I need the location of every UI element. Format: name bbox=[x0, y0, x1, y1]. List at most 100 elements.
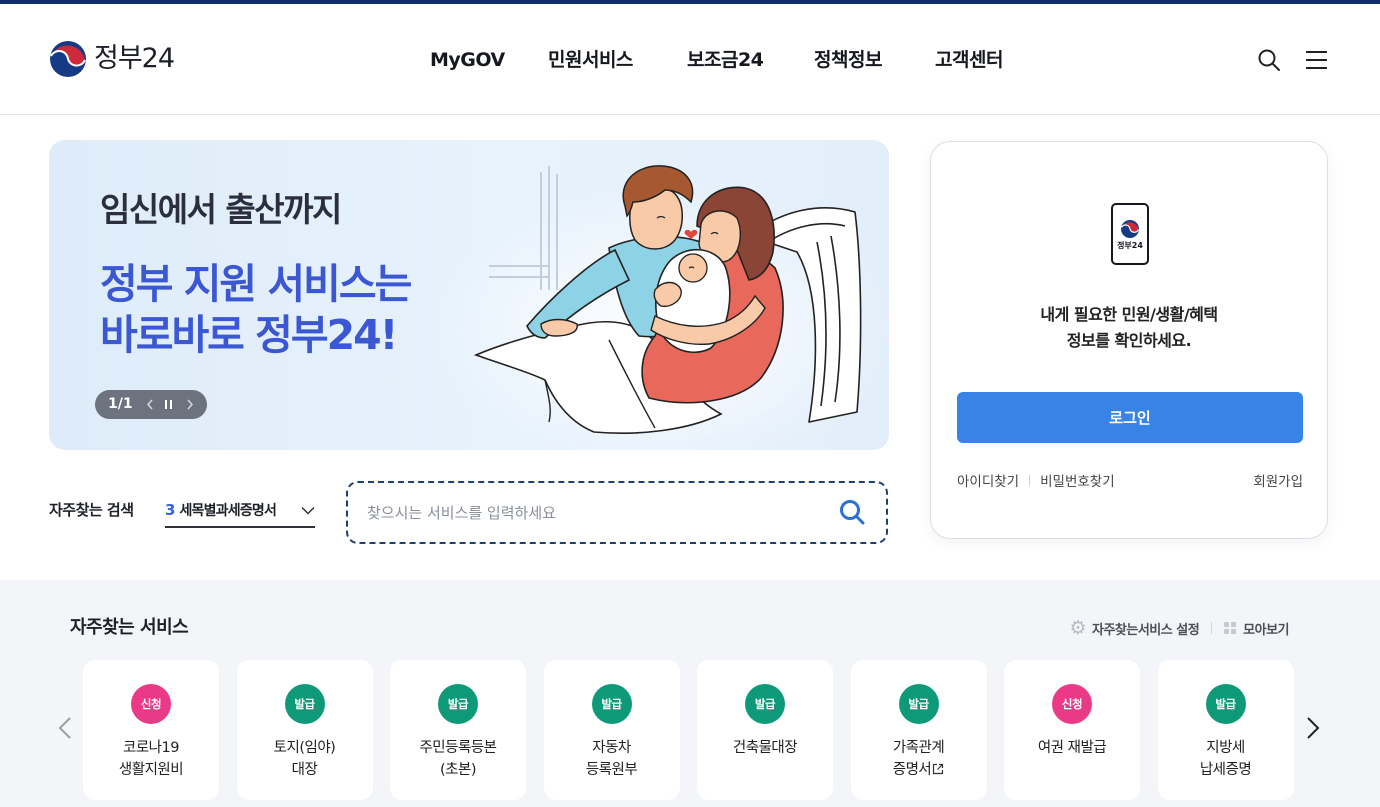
search-input[interactable] bbox=[367, 483, 827, 542]
banner-title-line: 정부 지원 서비스는 bbox=[100, 260, 412, 308]
chevron-down-icon bbox=[301, 506, 315, 515]
search-box bbox=[346, 481, 888, 544]
chevron-left-icon bbox=[146, 399, 153, 410]
view-all-link[interactable]: 모아보기 bbox=[1224, 619, 1289, 638]
service-label-line: 지방세 bbox=[1206, 740, 1245, 756]
account-links: 아이디찾기 비밀번호찾기 회원가입 bbox=[957, 469, 1303, 491]
search-icon bbox=[840, 500, 865, 525]
pager-prev-button[interactable] bbox=[143, 397, 157, 412]
banner-pager: 1/1 bbox=[95, 390, 207, 419]
issue-badge: 발급 bbox=[438, 684, 478, 724]
service-card[interactable]: 발급 가족관계 증명서 bbox=[850, 660, 987, 800]
mobile-app-icon: 정부24 bbox=[1111, 203, 1149, 265]
apply-badge: 신청 bbox=[1052, 684, 1092, 724]
divider bbox=[1029, 474, 1031, 486]
find-password-link[interactable]: 비밀번호찾기 bbox=[1040, 470, 1115, 490]
taegeuk-emblem-icon bbox=[1121, 220, 1139, 238]
service-label: 가족관계 증명서 bbox=[893, 737, 945, 781]
service-settings-label: 자주찾는서비스 설정 bbox=[1091, 622, 1200, 638]
service-settings-link[interactable]: ⚙ 자주찾는서비스 설정 bbox=[1069, 618, 1199, 638]
gear-icon: ⚙ bbox=[1069, 617, 1086, 639]
find-id-link[interactable]: 아이디찾기 bbox=[957, 470, 1019, 490]
service-label: 코로나19 생활지원비 bbox=[118, 737, 184, 781]
site-header: 정부24 MyGOV 민원서비스 보조금24 정책정보 고객센터 bbox=[0, 4, 1380, 115]
popular-rank: 3 bbox=[165, 501, 176, 519]
popular-keyword: 세목별과세증명서 bbox=[179, 503, 277, 519]
banner-title-line: 바로바로 정부24! bbox=[100, 311, 398, 359]
pause-icon[interactable] bbox=[162, 397, 176, 412]
service-label-line: 증명서 bbox=[893, 759, 945, 781]
view-all-label: 모아보기 bbox=[1243, 622, 1289, 638]
pager-next-button[interactable] bbox=[183, 397, 197, 412]
service-label-line: 건축물대장 bbox=[732, 740, 798, 756]
service-label-line: 코로나19 bbox=[123, 740, 179, 756]
main-banner[interactable]: 임신에서 출산까지 정부 지원 서비스는 바로바로 정부24! 1/1 bbox=[49, 140, 889, 450]
service-label-line: 가족관계 bbox=[892, 740, 945, 756]
service-label: 여권 재발급 bbox=[1037, 737, 1107, 759]
service-label: 주민등록등본 (초본) bbox=[419, 737, 497, 781]
service-label: 자동차 등록원부 bbox=[585, 737, 638, 781]
popular-search-label: 자주찾는 검색 bbox=[49, 501, 134, 519]
service-label-line: 등록원부 bbox=[585, 762, 638, 778]
login-message-line: 정보를 확인하세요. bbox=[1066, 331, 1192, 350]
login-message: 내게 필요한 민원/생활/혜택 정보를 확인하세요. bbox=[931, 302, 1327, 354]
login-button[interactable]: 로그인 bbox=[957, 392, 1303, 443]
service-card[interactable]: 발급 주민등록등본 (초본) bbox=[390, 660, 526, 800]
service-card[interactable]: 발급 토지(임야) 대장 bbox=[236, 660, 373, 800]
external-link-icon bbox=[933, 763, 944, 775]
pager-count: 1/1 bbox=[108, 396, 133, 412]
header-search-button[interactable] bbox=[1257, 48, 1281, 72]
nav-item-subsidy24[interactable]: 보조금24 bbox=[687, 48, 764, 72]
app-label: 정부24 bbox=[1117, 241, 1143, 250]
nav-item-mygov[interactable]: MyGOV bbox=[430, 48, 505, 72]
grid-icon bbox=[1224, 622, 1237, 634]
chevron-right-icon bbox=[1307, 717, 1320, 739]
service-label-line: 여권 재발급 bbox=[1037, 740, 1107, 756]
frequent-services-section: 자주찾는 서비스 ⚙ 자주찾는서비스 설정 모아보기 신청 코로나19 생활지원… bbox=[0, 580, 1380, 807]
service-label-line: 생활지원비 bbox=[118, 762, 184, 778]
issue-badge: 발급 bbox=[745, 684, 785, 724]
popular-search-dropdown[interactable]: 3 세목별과세증명서 bbox=[165, 498, 315, 528]
nav-item-policy-info[interactable]: 정책정보 bbox=[814, 48, 882, 72]
issue-badge: 발급 bbox=[591, 684, 632, 724]
signup-link[interactable]: 회원가입 bbox=[1253, 470, 1303, 490]
service-label: 토지(임야) 대장 bbox=[274, 737, 336, 781]
divider bbox=[1211, 622, 1213, 634]
login-panel: 정부24 내게 필요한 민원/생활/혜택 정보를 확인하세요. 로그인 아이디찾… bbox=[930, 141, 1328, 539]
issue-badge: 발급 bbox=[284, 684, 325, 724]
service-card[interactable]: 발급 지방세 납세증명 bbox=[1157, 660, 1294, 800]
section-title: 자주찾는 서비스 bbox=[70, 617, 189, 638]
menu-icon[interactable] bbox=[1305, 50, 1328, 70]
service-label-line: 토지(임야) bbox=[273, 740, 336, 756]
service-label-line: (초본) bbox=[439, 762, 477, 778]
search-submit-button[interactable] bbox=[839, 499, 865, 525]
service-card[interactable]: 신청 여권 재발급 bbox=[1004, 660, 1140, 800]
service-label-line: 주민등록등본 bbox=[419, 740, 497, 756]
service-label-line: 대장 bbox=[291, 762, 318, 778]
carousel-prev-button[interactable] bbox=[58, 716, 72, 740]
chevron-right-icon bbox=[187, 399, 194, 410]
banner-headline: 임신에서 출산까지 bbox=[100, 190, 342, 229]
logo-text: 정부24 bbox=[94, 43, 175, 74]
issue-badge: 발급 bbox=[1205, 684, 1246, 724]
login-message-line: 내게 필요한 민원/생활/혜택 bbox=[1040, 305, 1218, 324]
nav-item-civil-services[interactable]: 민원서비스 bbox=[548, 48, 633, 72]
issue-badge: 발급 bbox=[898, 684, 939, 724]
service-label-line: 납세증명 bbox=[1199, 762, 1252, 778]
service-card[interactable]: 발급 자동차 등록원부 bbox=[543, 660, 680, 800]
section-tools: ⚙ 자주찾는서비스 설정 모아보기 bbox=[1069, 618, 1289, 638]
carousel-next-button[interactable] bbox=[1306, 716, 1320, 740]
service-card[interactable]: 신청 코로나19 생활지원비 bbox=[83, 660, 219, 800]
search-icon bbox=[1258, 49, 1280, 71]
service-label: 지방세 납세증명 bbox=[1199, 737, 1252, 781]
service-card[interactable]: 발급 건축물대장 bbox=[697, 660, 833, 800]
taegeuk-emblem-icon bbox=[50, 41, 86, 77]
service-card-list: 신청 코로나19 생활지원비 발급 토지(임야) 대장 발급 주민등록등본 (초… bbox=[83, 660, 1294, 800]
service-label-text: 증명서 bbox=[892, 762, 932, 778]
chevron-left-icon bbox=[58, 717, 71, 739]
logo[interactable]: 정부24 bbox=[50, 41, 175, 77]
nav-item-customer-center[interactable]: 고객센터 bbox=[935, 48, 1003, 72]
service-label: 건축물대장 bbox=[732, 737, 798, 759]
apply-badge: 신청 bbox=[131, 684, 171, 724]
service-label-line: 자동차 bbox=[592, 740, 631, 756]
